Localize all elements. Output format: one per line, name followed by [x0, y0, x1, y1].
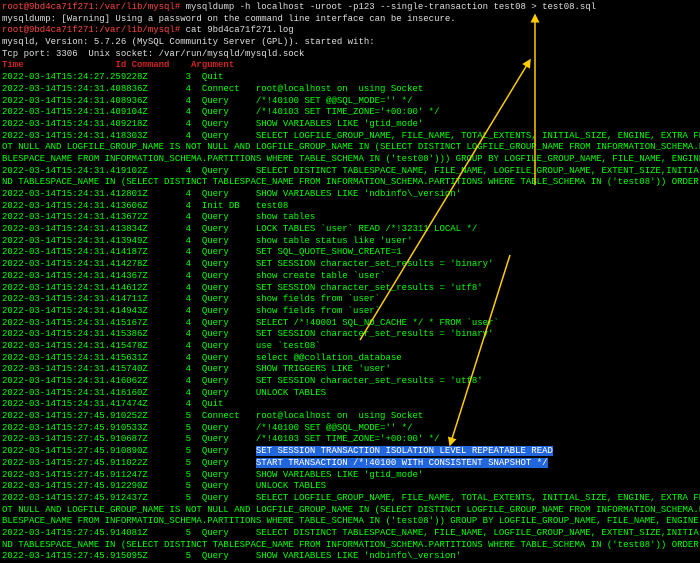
log-row: 2022-03-14T15:24:31.413949Z 4 Query show… — [2, 236, 698, 248]
log-row: 2022-03-14T15:24:31.414711Z 4 Query show… — [2, 294, 698, 306]
log-row: 2022-03-14T15:27:45.911022Z 5 Query STAR… — [2, 458, 698, 470]
log-row: 2022-03-14T15:24:31.415478Z 4 Query use … — [2, 341, 698, 353]
wrap-1: OT NULL AND LOGFILE_GROUP_NAME IS NOT NU… — [2, 142, 698, 154]
log-row: 2022-03-14T15:24:31.412801Z 4 Query SHOW… — [2, 189, 698, 201]
log-header: Time Id Command Argument — [2, 60, 698, 72]
log-row: 2022-03-14T15:24:31.409104Z 4 Query /*!4… — [2, 107, 698, 119]
log-row: 2022-03-14T15:24:27.259228Z 3 Quit — [2, 72, 698, 84]
log-row: 2022-03-14T15:24:31.415631Z 4 Query sele… — [2, 353, 698, 365]
log-block-1: 2022-03-14T15:24:27.259228Z 3 Quit 2022-… — [2, 72, 698, 142]
log-row: 2022-03-14T15:24:31.415386Z 4 Query SET … — [2, 329, 698, 341]
log-row: 2022-03-14T15:27:45.910890Z 5 Query SET … — [2, 446, 698, 458]
log-row: 2022-03-14T15:24:31.413672Z 4 Query show… — [2, 212, 698, 224]
log-block-5: 2022-03-14T15:27:45.914081Z 5 Query SELE… — [2, 528, 698, 540]
log-row: 2022-03-14T15:24:31.414187Z 4 Query SET … — [2, 247, 698, 259]
prompt-1: root@9bd4ca71f271:/var/lib/mysql# — [2, 2, 180, 12]
log-row: 2022-03-14T15:27:45.910533Z 5 Query /*!4… — [2, 423, 698, 435]
log-row: 2022-03-14T15:24:31.414367Z 4 Query show… — [2, 271, 698, 283]
wrap-6: ND TABLESPACE_NAME IN (SELECT DISTINCT T… — [2, 540, 698, 552]
log-row: 2022-03-14T15:24:31.415167Z 4 Query SELE… — [2, 318, 698, 330]
terminal-output: root@9bd4ca71f271:/var/lib/mysql# mysqld… — [2, 2, 698, 563]
prompt-line-2: root@9bd4ca71f271:/var/lib/mysql# cat 9b… — [2, 25, 698, 37]
log-row: 2022-03-14T15:27:45.912290Z 5 Query UNLO… — [2, 481, 698, 493]
log-row: 2022-03-14T15:24:31.415740Z 4 Query SHOW… — [2, 364, 698, 376]
log-block-4: 2022-03-14T15:27:45.911247Z 5 Query SHOW… — [2, 470, 698, 505]
log-block-2: 2022-03-14T15:24:31.419102Z 4 Query SELE… — [2, 166, 698, 178]
mysqld-line: mysqld, Version: 5.7.26 (MySQL Community… — [2, 37, 698, 49]
log-row: 2022-03-14T15:24:31.418303Z 4 Query SELE… — [2, 131, 698, 143]
cmd-2: cat 9bd4ca71f271.log — [180, 25, 293, 35]
log-row: 2022-03-14T15:24:31.408936Z 4 Query /*!4… — [2, 96, 698, 108]
log-block-6: 2022-03-14T15:27:45.915095Z 5 Query SHOW… — [2, 551, 698, 563]
highlight-block: 2022-03-14T15:27:45.910890Z 5 Query SET … — [2, 446, 698, 469]
wrap-3: ND TABLESPACE_NAME IN (SELECT DISTINCT T… — [2, 177, 698, 189]
log-row: 2022-03-14T15:24:31.419102Z 4 Query SELE… — [2, 166, 698, 178]
wrap-4: OT NULL AND LOGFILE_GROUP_NAME IS NOT NU… — [2, 505, 698, 517]
log-row: 2022-03-14T15:27:45.910687Z 5 Query /*!4… — [2, 434, 698, 446]
log-row: 2022-03-14T15:27:45.914081Z 5 Query SELE… — [2, 528, 698, 540]
log-row: 2022-03-14T15:24:31.416062Z 4 Query SET … — [2, 376, 698, 388]
log-row: 2022-03-14T15:24:31.409218Z 4 Query SHOW… — [2, 119, 698, 131]
log-block-3: 2022-03-14T15:24:31.412801Z 4 Query SHOW… — [2, 189, 698, 446]
log-row: 2022-03-14T15:27:45.911247Z 5 Query SHOW… — [2, 470, 698, 482]
log-row: 2022-03-14T15:24:31.417474Z 4 Quit — [2, 399, 698, 411]
log-row: 2022-03-14T15:24:31.408836Z 4 Connect ro… — [2, 84, 698, 96]
cmd-1: mysqldump -h localhost -uroot -p123 --si… — [180, 2, 596, 12]
log-row: 2022-03-14T15:27:45.912437Z 5 Query SELE… — [2, 493, 698, 505]
warning-line: mysqldump: [Warning] Using a password on… — [2, 14, 698, 26]
tcp-line: Tcp port: 3306 Unix socket: /var/run/mys… — [2, 49, 698, 61]
log-row: 2022-03-14T15:24:31.414278Z 4 Query SET … — [2, 259, 698, 271]
log-row: 2022-03-14T15:27:45.910252Z 5 Connect ro… — [2, 411, 698, 423]
log-row: 2022-03-14T15:24:31.413834Z 4 Query LOCK… — [2, 224, 698, 236]
wrap-5: BLESPACE_NAME FROM INFORMATION_SCHEMA.PA… — [2, 516, 698, 528]
log-row: 2022-03-14T15:24:31.416160Z 4 Query UNLO… — [2, 388, 698, 400]
prompt-line-1: root@9bd4ca71f271:/var/lib/mysql# mysqld… — [2, 2, 698, 14]
log-row: 2022-03-14T15:24:31.414943Z 4 Query show… — [2, 306, 698, 318]
log-row: 2022-03-14T15:24:31.414612Z 4 Query SET … — [2, 283, 698, 295]
prompt-2: root@9bd4ca71f271:/var/lib/mysql# — [2, 25, 180, 35]
log-row: 2022-03-14T15:24:31.413606Z 4 Init DB te… — [2, 201, 698, 213]
wrap-2: BLESPACE_NAME FROM INFORMATION_SCHEMA.PA… — [2, 154, 698, 166]
log-row: 2022-03-14T15:27:45.915095Z 5 Query SHOW… — [2, 551, 698, 563]
